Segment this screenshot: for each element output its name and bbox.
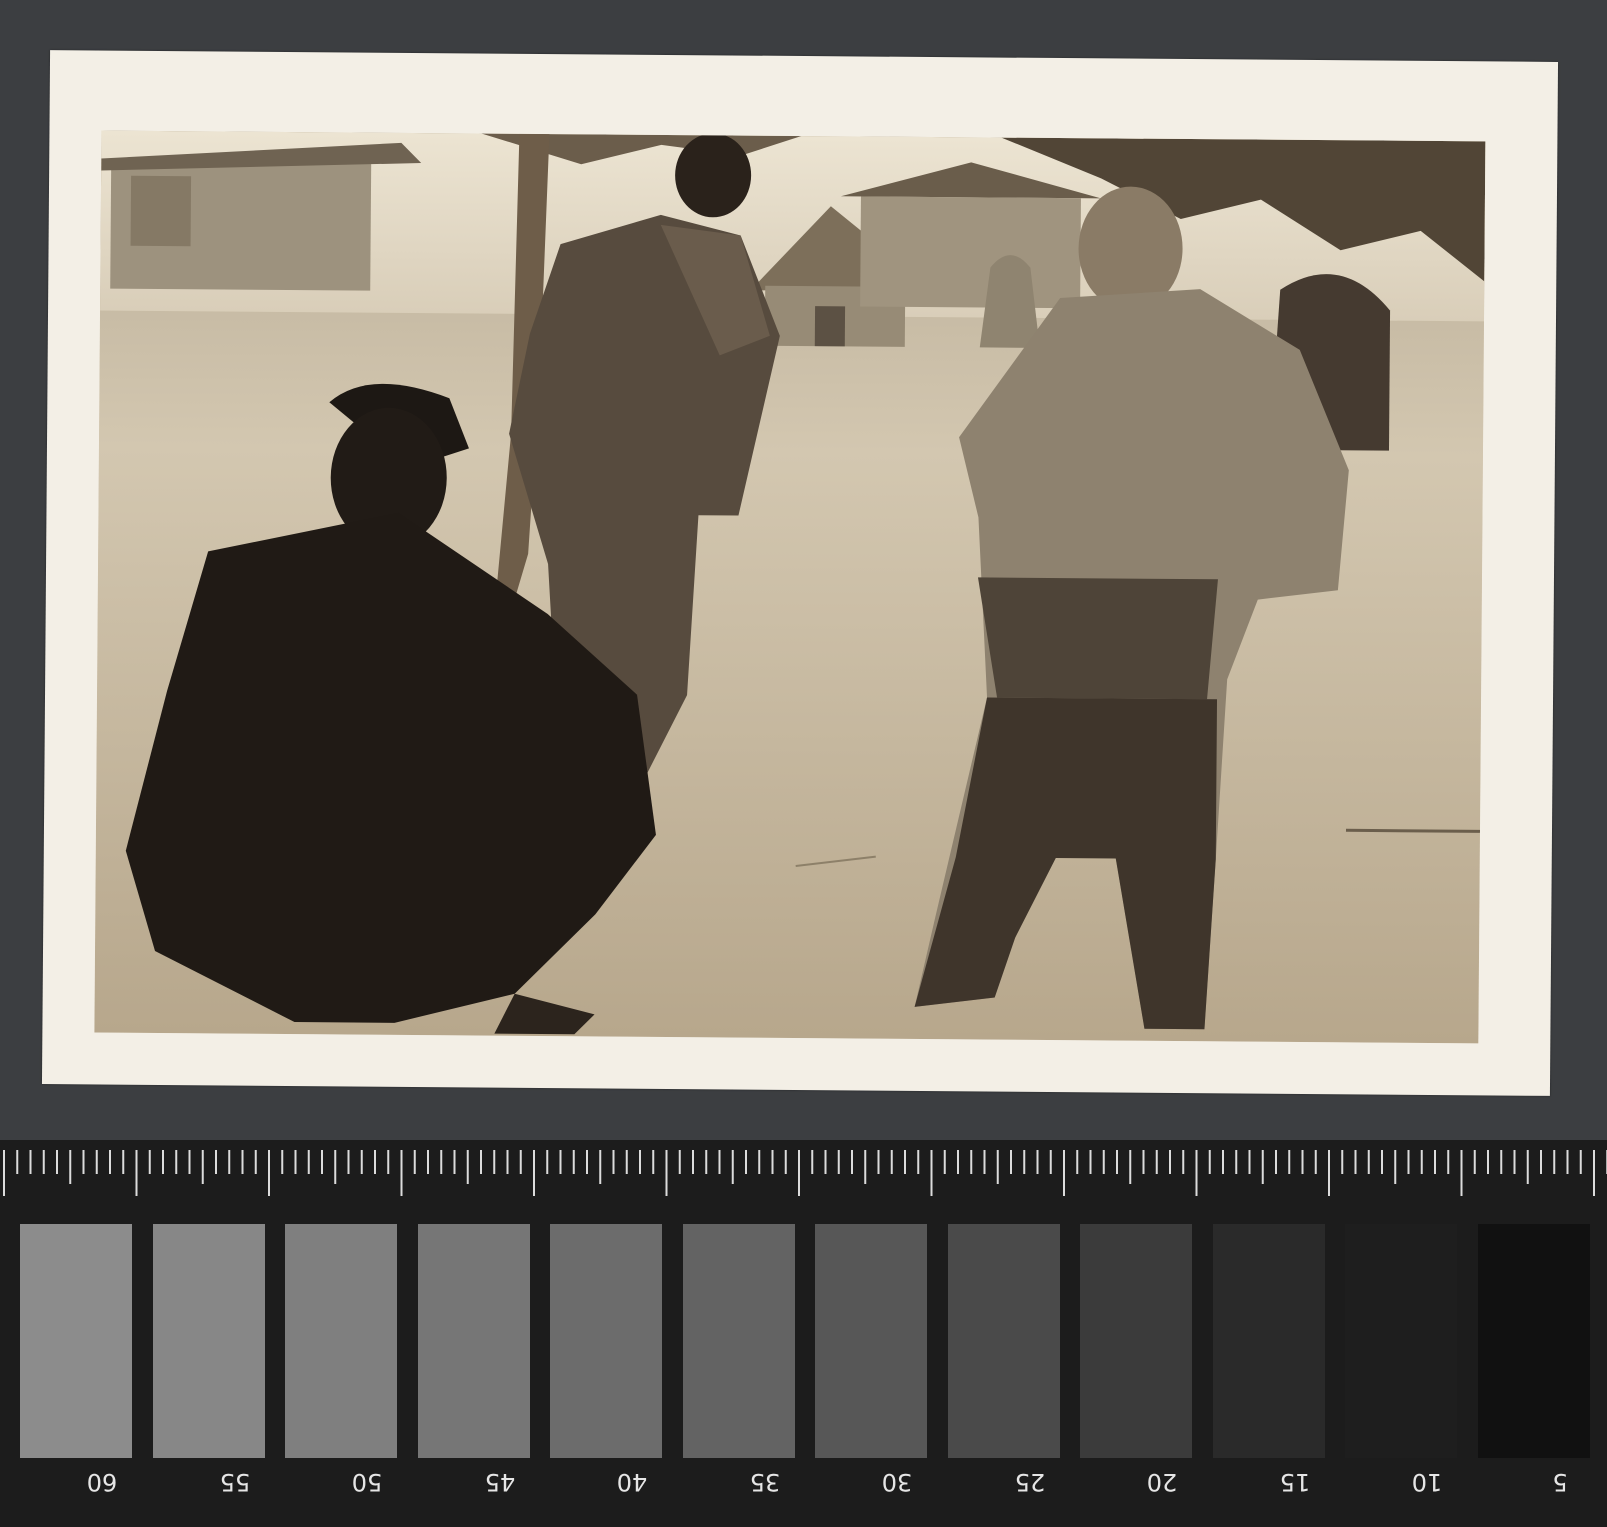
gray-patch [947,1224,1060,1458]
scale-number: 20 [1146,1468,1178,1496]
scale-number: 25 [1014,1468,1045,1496]
gray-patches [0,1224,1607,1458]
gray-patch [1477,1224,1590,1458]
gray-patch [417,1224,530,1458]
scale-number: 40 [616,1468,648,1496]
gray-patch [285,1224,397,1458]
photo-print [41,50,1559,1096]
scale-number: 35 [749,1468,780,1496]
photo-scene [94,130,1486,1044]
gray-patch [1080,1224,1192,1458]
scale-number: 5 [1551,1468,1568,1496]
gray-patch [1345,1224,1457,1458]
scale-number: 45 [484,1468,515,1496]
scale-number: 10 [1411,1468,1443,1496]
color-scale-bar: 60 55 50 45 40 35 30 25 20 15 10 5 [0,1140,1607,1527]
gray-patch [550,1224,662,1458]
photograph [94,130,1486,1044]
gray-patch [152,1224,265,1458]
gray-patch [815,1224,927,1458]
scale-number: 60 [86,1468,118,1496]
gray-patch [682,1224,795,1458]
scale-number: 15 [1279,1468,1310,1496]
scale-number: 30 [881,1468,913,1496]
measurement-ruler [3,1150,1607,1196]
gray-patch [20,1224,132,1458]
scale-labels: 60 55 50 45 40 35 30 25 20 15 10 5 [0,1468,1607,1508]
gray-patch [1212,1224,1325,1458]
scale-number: 50 [351,1468,383,1496]
scale-number: 55 [219,1468,250,1496]
